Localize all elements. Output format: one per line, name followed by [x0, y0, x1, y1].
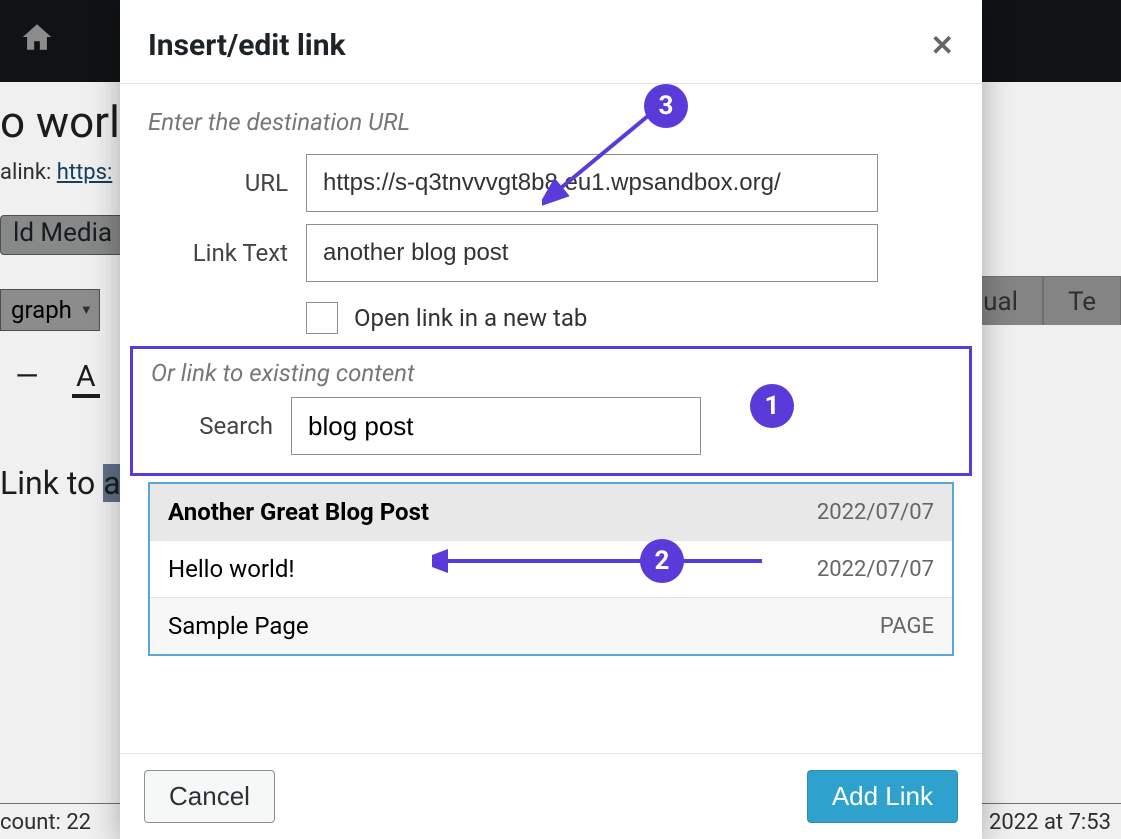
- link-text-input[interactable]: [306, 224, 878, 282]
- annotation-badge-1: 1: [750, 384, 794, 428]
- text-color-icon[interactable]: A: [72, 359, 100, 398]
- result-title: Hello world!: [168, 555, 295, 583]
- permalink-link[interactable]: https:: [57, 160, 113, 185]
- new-tab-label: Open link in a new tab: [354, 304, 587, 332]
- link-text-row: Link Text: [148, 224, 954, 282]
- close-icon[interactable]: ✕: [931, 29, 954, 62]
- search-label: Search: [151, 412, 291, 440]
- new-tab-checkbox[interactable]: [306, 302, 338, 334]
- home-icon[interactable]: [20, 20, 54, 63]
- result-title: Another Great Blog Post: [168, 498, 429, 526]
- add-media-button[interactable]: ld Media: [0, 215, 125, 255]
- paragraph-dropdown[interactable]: graph ▼: [0, 289, 100, 331]
- link-text-label: Link Text: [148, 239, 306, 267]
- annotation-badge-2: 2: [640, 539, 684, 583]
- existing-content-label: Or link to existing content: [151, 359, 951, 387]
- result-meta: 2022/07/07: [817, 500, 934, 525]
- chevron-down-icon: ▼: [80, 302, 93, 318]
- dialog-body: Enter the destination URL URL Link Text …: [120, 84, 982, 753]
- dialog-title: Insert/edit link: [148, 28, 346, 63]
- search-section-highlight: Or link to existing content Search: [130, 346, 972, 476]
- result-meta: PAGE: [880, 614, 934, 639]
- last-edited: 2022 at 7:53: [989, 810, 1111, 835]
- search-result-item[interactable]: Sample Page PAGE: [150, 598, 952, 654]
- url-label: URL: [148, 169, 306, 197]
- search-row: Search: [151, 397, 951, 455]
- horizontal-rule-icon[interactable]: —: [12, 359, 42, 398]
- body-text-prefix: Link to: [0, 464, 103, 502]
- tab-text[interactable]: Te: [1043, 276, 1121, 325]
- annotation-badge-3: 3: [644, 84, 688, 128]
- word-count: count: 22: [0, 810, 91, 835]
- dialog-footer: Cancel Add Link: [120, 753, 982, 839]
- paragraph-dropdown-label: graph: [11, 296, 72, 324]
- permalink-label: alink:: [0, 160, 51, 185]
- new-tab-row: Open link in a new tab: [306, 302, 954, 334]
- search-input[interactable]: [291, 397, 701, 455]
- search-result-item[interactable]: Another Great Blog Post 2022/07/07: [150, 484, 952, 541]
- dialog-header: Insert/edit link ✕: [120, 0, 982, 84]
- insert-link-dialog: Insert/edit link ✕ Enter the destination…: [120, 0, 982, 839]
- add-link-button[interactable]: Add Link: [807, 770, 958, 823]
- result-title: Sample Page: [168, 612, 309, 640]
- annotation-arrow-2: [432, 539, 792, 583]
- result-meta: 2022/07/07: [817, 557, 934, 582]
- cancel-button[interactable]: Cancel: [144, 770, 275, 823]
